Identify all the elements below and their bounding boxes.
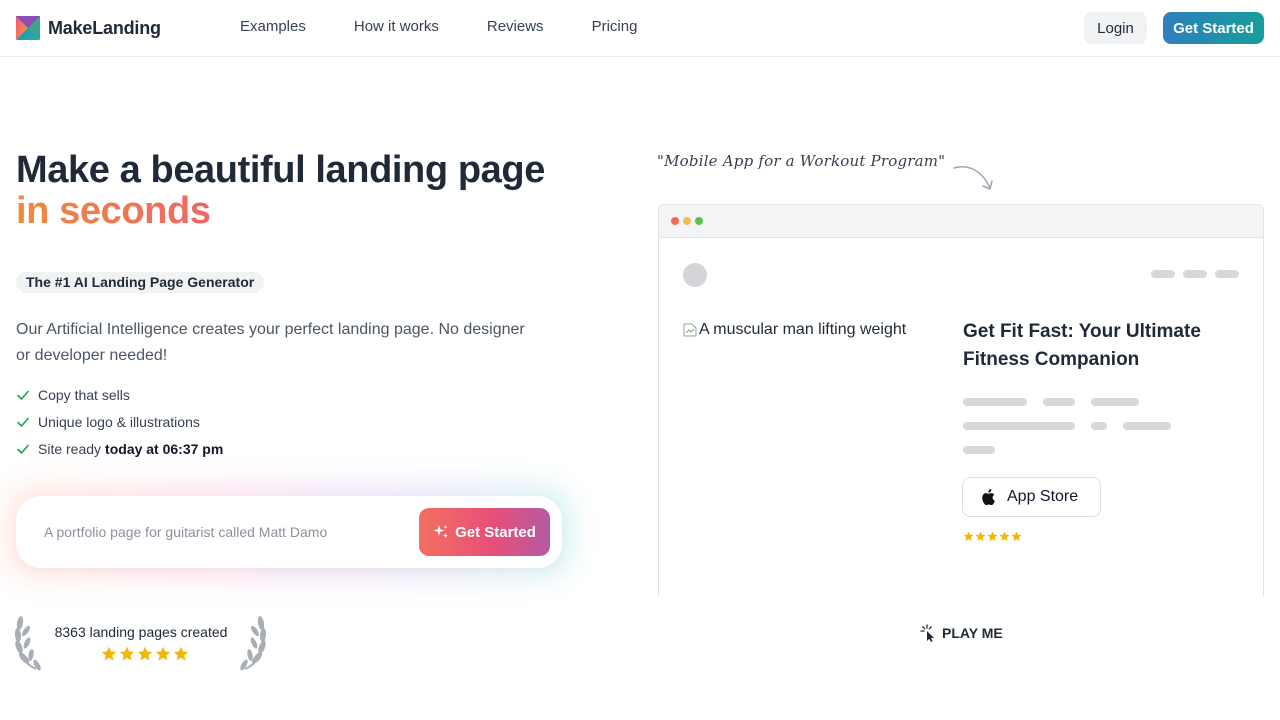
star-icon bbox=[137, 646, 153, 661]
mock-text-line bbox=[1091, 398, 1139, 406]
star-icon bbox=[119, 646, 135, 661]
browser-toolbar bbox=[659, 205, 1263, 238]
mock-text-line bbox=[1123, 422, 1171, 430]
sparkle-icon bbox=[433, 525, 449, 539]
arrow-icon bbox=[953, 166, 993, 190]
laurel-icon bbox=[14, 616, 41, 671]
login-button[interactable]: Login bbox=[1084, 12, 1147, 44]
star-icon bbox=[987, 531, 998, 541]
brand-name: MakeLanding bbox=[48, 17, 161, 38]
pages-created-count: 8363 landing pages created bbox=[54, 624, 228, 640]
nav-link-examples[interactable]: Examples bbox=[240, 18, 306, 35]
mock-site-menu bbox=[1151, 270, 1239, 278]
mock-menu-item bbox=[1183, 270, 1207, 278]
star-icon bbox=[101, 646, 117, 661]
mock-site-headline: Get Fit Fast: Your Ultimate Fitness Comp… bbox=[963, 321, 1201, 370]
nav-link-pricing[interactable]: Pricing bbox=[592, 18, 638, 35]
star-icon bbox=[999, 531, 1010, 541]
star-icon bbox=[173, 646, 189, 661]
play-me-button[interactable]: PLAY ME bbox=[920, 624, 1003, 642]
feature-checklist: Copy that sells Unique logo & illustrati… bbox=[16, 381, 223, 462]
top-navbar: MakeLanding Examples How it works Review… bbox=[0, 0, 1280, 57]
feature-item: Copy that sells bbox=[16, 381, 223, 408]
check-icon bbox=[17, 444, 29, 454]
feature-label: Site ready bbox=[38, 440, 102, 457]
mock-text-line bbox=[963, 398, 1027, 406]
nav-get-started-button[interactable]: Get Started bbox=[1163, 12, 1264, 44]
mock-text-line bbox=[963, 446, 995, 454]
star-icon bbox=[155, 646, 171, 661]
check-icon bbox=[17, 390, 29, 400]
preview-browser-window: A muscular man lifting weight Get Fit Fa… bbox=[658, 204, 1264, 596]
mock-hero-image: A muscular man lifting weight bbox=[683, 320, 943, 340]
check-icon bbox=[17, 417, 29, 427]
star-icon bbox=[1011, 531, 1022, 541]
window-maximize-dot bbox=[695, 217, 703, 225]
apple-icon bbox=[982, 489, 995, 506]
hero-description: Our Artificial Intelligence creates your… bbox=[16, 321, 525, 364]
brand-logo-icon bbox=[16, 16, 40, 40]
pointer-click-icon bbox=[920, 624, 934, 642]
prompt-button-label: Get Started bbox=[455, 523, 536, 541]
mock-rating-stars bbox=[963, 531, 1022, 542]
window-minimize-dot bbox=[683, 217, 691, 225]
prompt-box: Get Started bbox=[16, 496, 562, 568]
star-icon bbox=[975, 531, 986, 541]
mock-hero-image-alt: A muscular man lifting weight bbox=[699, 321, 907, 338]
feature-item: Unique logo & illustrations bbox=[16, 408, 223, 435]
nav-link-how-it-works[interactable]: How it works bbox=[354, 18, 439, 35]
play-me-label: PLAY ME bbox=[942, 625, 1003, 641]
mock-menu-item bbox=[1151, 270, 1175, 278]
app-store-label: App Store bbox=[1007, 488, 1079, 505]
nav-links: Examples How it works Reviews Pricing bbox=[240, 18, 637, 35]
hero-title-highlight: in seconds bbox=[16, 191, 596, 232]
prompt-get-started-button[interactable]: Get Started bbox=[419, 508, 550, 556]
feature-item: Site ready today at 06:37 pm bbox=[16, 435, 223, 462]
feature-label: Copy that sells bbox=[38, 386, 130, 403]
feature-label: Unique logo & illustrations bbox=[38, 413, 200, 430]
broken-image-icon bbox=[683, 323, 697, 337]
hero-title-line1: Make a beautiful landing page bbox=[16, 149, 545, 191]
mock-menu-item bbox=[1215, 270, 1239, 278]
window-close-dot bbox=[671, 217, 679, 225]
star-icon bbox=[963, 531, 974, 541]
mock-site-logo bbox=[683, 263, 707, 287]
laurel-icon bbox=[240, 616, 267, 671]
rating-stars bbox=[101, 646, 189, 662]
hero-badge: The #1 AI Landing Page Generator bbox=[16, 272, 265, 293]
preview-prompt-note: "Mobile App for a Workout Program" bbox=[657, 152, 946, 170]
prompt-input[interactable] bbox=[44, 520, 404, 544]
mock-text-line bbox=[1043, 398, 1075, 406]
brand-link[interactable]: MakeLanding bbox=[16, 16, 161, 40]
mock-app-store-button[interactable]: App Store bbox=[962, 477, 1101, 517]
mock-text-line bbox=[1091, 422, 1107, 430]
mock-text-line bbox=[963, 422, 1075, 430]
nav-link-reviews[interactable]: Reviews bbox=[487, 18, 544, 35]
ready-time: today at 06:37 pm bbox=[105, 440, 224, 457]
hero-title: Make a beautiful landing page in seconds bbox=[16, 150, 596, 232]
